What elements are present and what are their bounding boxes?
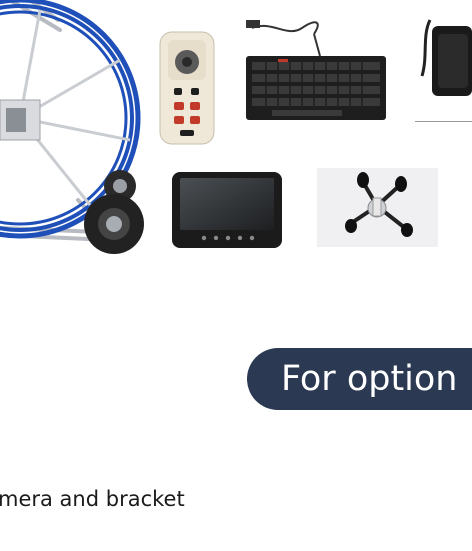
keyboard-icon bbox=[246, 20, 386, 120]
display-monitor-icon bbox=[172, 172, 282, 248]
accessory-caption: mera and bracket bbox=[0, 487, 185, 511]
option-label: For option bbox=[281, 359, 458, 399]
cable-reel-cart-icon bbox=[0, 0, 144, 254]
crawler-photo bbox=[317, 168, 438, 247]
crawler-bracket-icon bbox=[345, 172, 413, 237]
power-adapter-icon bbox=[420, 19, 472, 96]
option-banner: For option bbox=[247, 348, 472, 410]
handheld-controller-icon bbox=[159, 31, 215, 145]
divider-line bbox=[415, 121, 472, 122]
